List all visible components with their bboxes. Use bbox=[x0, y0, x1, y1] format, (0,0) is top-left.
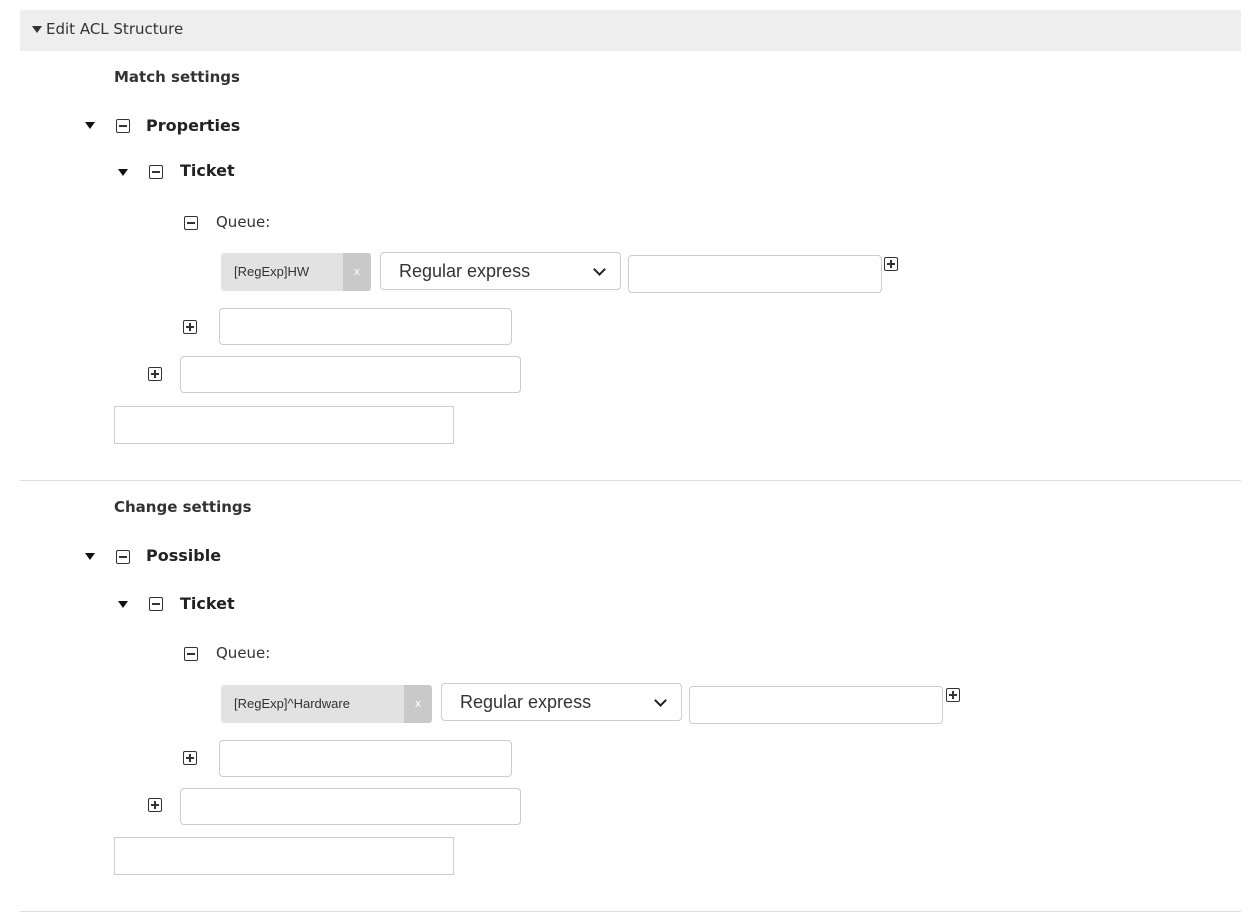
ticket-label: Ticket bbox=[180, 161, 235, 180]
queue-value-tag: [RegExp]^Hardware x bbox=[221, 685, 432, 723]
queue-label: Queue: bbox=[216, 644, 271, 662]
caret-down-icon[interactable] bbox=[85, 553, 95, 560]
panel-title: Edit ACL Structure bbox=[46, 20, 184, 38]
value-input[interactable] bbox=[689, 686, 943, 724]
expand-box-icon[interactable] bbox=[183, 320, 197, 334]
add-object-input[interactable] bbox=[180, 788, 521, 825]
add-field-input[interactable] bbox=[219, 308, 512, 345]
collapse-box-icon[interactable] bbox=[184, 216, 198, 230]
collapse-box-icon[interactable] bbox=[116, 119, 130, 133]
remove-tag-button[interactable]: x bbox=[404, 685, 432, 723]
chevron-down-icon bbox=[654, 694, 667, 707]
caret-down-icon[interactable] bbox=[32, 26, 42, 33]
collapse-box-icon[interactable] bbox=[184, 647, 198, 661]
expand-box-icon[interactable] bbox=[946, 688, 960, 702]
operator-select-value: Regular express bbox=[460, 692, 592, 712]
add-object-input[interactable] bbox=[180, 356, 521, 393]
caret-down-icon[interactable] bbox=[85, 122, 95, 129]
expand-box-icon[interactable] bbox=[884, 257, 898, 271]
queue-value-tag: [RegExp]HW x bbox=[221, 253, 371, 291]
properties-label: Properties bbox=[146, 116, 241, 135]
add-section-input[interactable] bbox=[114, 406, 454, 444]
section-divider bbox=[20, 911, 1241, 912]
caret-down-icon[interactable] bbox=[118, 601, 128, 608]
operator-select-value: Regular express bbox=[399, 261, 531, 281]
chevron-down-icon bbox=[593, 263, 606, 276]
operator-select[interactable]: Regular express bbox=[441, 683, 682, 721]
caret-down-icon[interactable] bbox=[118, 169, 128, 176]
possible-label: Possible bbox=[146, 546, 222, 565]
remove-tag-button[interactable]: x bbox=[343, 253, 371, 291]
value-input[interactable] bbox=[628, 255, 882, 293]
add-field-input[interactable] bbox=[219, 740, 512, 777]
expand-box-icon[interactable] bbox=[148, 798, 162, 812]
collapse-box-icon[interactable] bbox=[149, 165, 163, 179]
queue-label: Queue: bbox=[216, 213, 271, 231]
collapse-box-icon[interactable] bbox=[116, 550, 130, 564]
ticket-label: Ticket bbox=[180, 594, 235, 613]
expand-box-icon[interactable] bbox=[183, 751, 197, 765]
panel-header[interactable]: Edit ACL Structure bbox=[20, 10, 1241, 51]
change-settings-heading: Change settings bbox=[114, 498, 252, 516]
tag-text: [RegExp]HW bbox=[234, 264, 310, 279]
section-divider bbox=[20, 480, 1241, 481]
expand-box-icon[interactable] bbox=[148, 367, 162, 381]
tag-text: [RegExp]^Hardware bbox=[234, 696, 350, 711]
match-settings-heading: Match settings bbox=[114, 68, 240, 86]
operator-select[interactable]: Regular express bbox=[380, 252, 621, 290]
add-section-input[interactable] bbox=[114, 837, 454, 875]
collapse-box-icon[interactable] bbox=[149, 597, 163, 611]
